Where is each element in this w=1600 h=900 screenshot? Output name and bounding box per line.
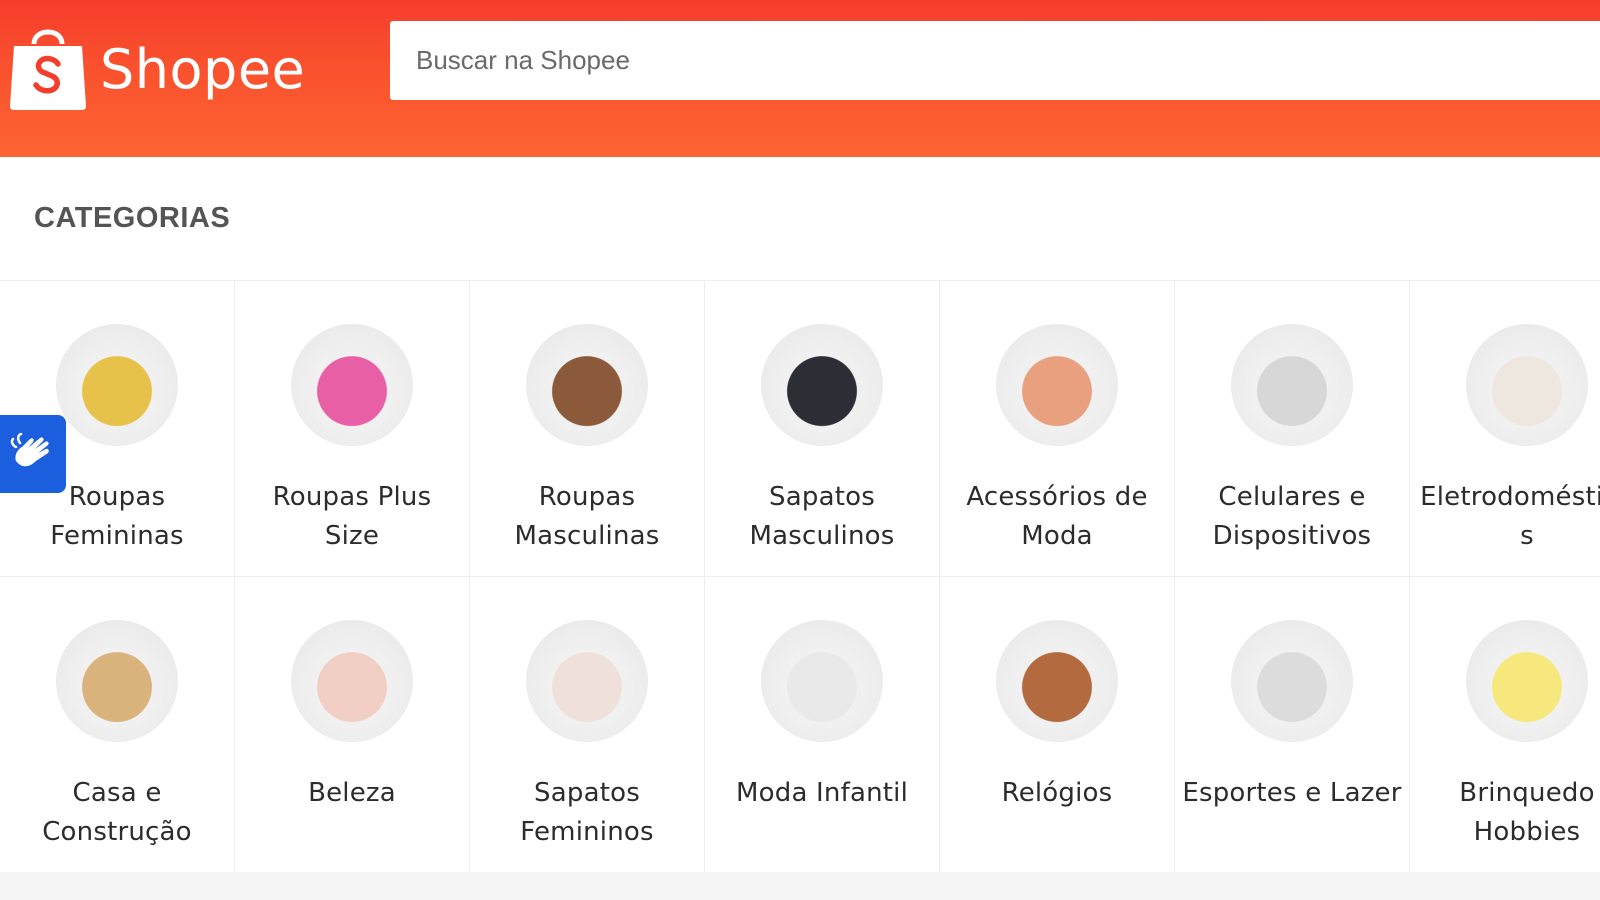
categories-title: CATEGORIAS (0, 157, 1600, 281)
category-label: Casa e Construção (42, 778, 192, 847)
category-item[interactable]: Casa e Construção (0, 577, 235, 873)
categories-grid: Roupas Femininas Roupas Plus Size Roupas M… (0, 281, 1600, 873)
category-label: Beleza (308, 778, 396, 808)
category-label: Moda Infantil (736, 778, 908, 808)
page-background-strip (0, 872, 1600, 900)
category-item[interactable]: Eletrodoméstico s (1410, 281, 1600, 577)
category-label: Celulares e Dispositivos (1212, 482, 1372, 551)
category-label: Brinquedo Hobbies (1459, 778, 1595, 847)
shopee-logo[interactable]: Shopee (8, 18, 305, 113)
category-item[interactable]: Brinquedo Hobbies (1410, 577, 1600, 873)
category-item[interactable]: Acessórios de Moda (940, 281, 1175, 577)
logo-wordmark: Shopee (100, 37, 306, 101)
category-label: Roupas Plus Size (272, 482, 432, 551)
category-label: Eletrodoméstico s (1420, 482, 1600, 551)
category-label: Roupas Masculinas (514, 482, 660, 551)
category-label: Acessórios de Moda (966, 482, 1148, 551)
search-input[interactable] (390, 21, 1600, 100)
men-clothes-icon (526, 324, 648, 446)
category-label: Sapatos Masculinos (749, 482, 895, 551)
category-item[interactable]: Sapatos Femininos (470, 577, 705, 873)
category-item[interactable]: Esportes e Lazer (1175, 577, 1410, 873)
category-item[interactable]: Roupas Plus Size (235, 281, 470, 577)
shopping-bag-icon (10, 29, 86, 110)
phone-icon (1231, 324, 1353, 446)
plus-size-clothes-icon (291, 324, 413, 446)
category-item[interactable]: Roupas Masculinas (470, 281, 705, 577)
top-header: Shopee (0, 0, 1600, 157)
watch-icon (996, 620, 1118, 742)
sunglasses-icon (996, 324, 1118, 446)
search-bar (390, 21, 1600, 100)
category-item[interactable]: Relógios (940, 577, 1175, 873)
category-label: Sapatos Femininos (520, 778, 654, 847)
categories-panel: CATEGORIAS Roupas Femininas Roupas Plus S… (0, 157, 1600, 873)
women-clothes-icon (56, 324, 178, 446)
category-label: Esportes e Lazer (1182, 778, 1402, 808)
accessibility-button[interactable] (0, 415, 66, 493)
category-item[interactable]: Moda Infantil (705, 577, 940, 873)
women-shoes-icon (526, 620, 648, 742)
category-item[interactable]: Celulares e Dispositivos (1175, 281, 1410, 577)
men-shoes-icon (761, 324, 883, 446)
kids-fashion-icon (761, 620, 883, 742)
category-label: Relógios (1001, 778, 1113, 808)
sign-language-icon (10, 432, 49, 467)
category-item[interactable]: Sapatos Masculinos (705, 281, 940, 577)
bicycle-icon (1231, 620, 1353, 742)
category-item[interactable]: Beleza (235, 577, 470, 873)
air-fryer-icon (1466, 324, 1588, 446)
toolbox-icon (56, 620, 178, 742)
cosmetics-icon (291, 620, 413, 742)
doll-icon (1466, 620, 1588, 742)
